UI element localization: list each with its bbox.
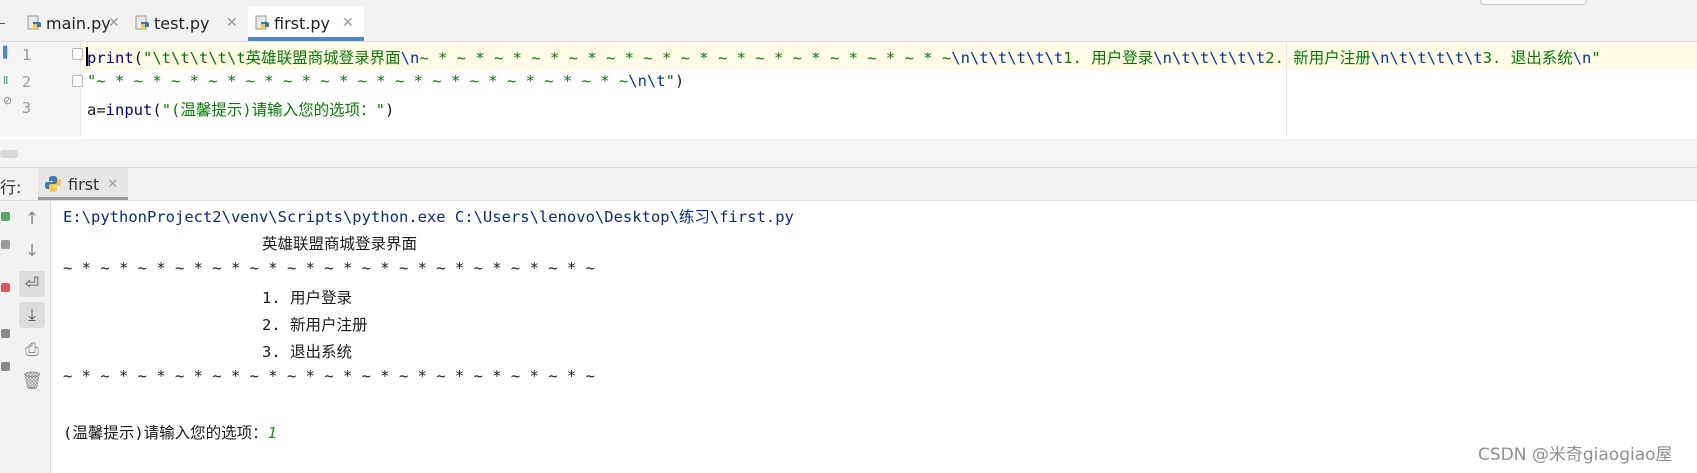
code-token-paren: )	[674, 72, 685, 90]
console-prompt: (温馨提示)请输入您的选项：	[63, 424, 268, 442]
close-icon[interactable]: ✕	[342, 15, 354, 31]
console-output-title: 英雄联盟商城登录界面	[262, 235, 418, 253]
code-editor[interactable]: ▌ Ⅱ ⊘ 1 2 3 print("\t\t\t\t\t英雄联盟商城登录界面\…	[0, 42, 1697, 137]
code-token-func: input	[105, 101, 153, 119]
code-line-1[interactable]: print("\t\t\t\t\t英雄联盟商城登录界面\n~ * ~ * ~ *…	[87, 46, 1601, 68]
console-user-input: 1	[267, 424, 278, 442]
code-token-escape: \n\t\t\t\t\t	[1370, 49, 1483, 67]
edit-config-icon[interactable]	[1, 240, 10, 249]
tab-test-py[interactable]: test.py ✕	[128, 6, 246, 41]
run-tab-label: first	[68, 174, 100, 194]
code-token-string: ~ * ~ * ~ * ~ * ~ * ~ * ~ * ~ * ~ * ~ * …	[419, 49, 952, 67]
pin-icon[interactable]	[1, 362, 10, 371]
code-token-string: 2. 新用户注册	[1265, 49, 1371, 67]
console-output-option: 2. 新用户注册	[262, 316, 368, 334]
soft-wrap-icon[interactable]: ⏎	[19, 271, 45, 297]
code-line-3[interactable]: a=input("(温馨提示)请输入您的选项：")	[87, 98, 394, 120]
line-number: 3	[22, 99, 32, 117]
code-token-escape: \n\t\t\t\t\t	[951, 49, 1064, 67]
stop-icon[interactable]	[1, 283, 10, 292]
trash-icon[interactable]: 🗑	[19, 368, 45, 394]
watermark: CSDN @米奇giaogiao屋	[1478, 445, 1673, 465]
code-token-string: "\t\t\t\t\t英雄联盟商城登录界面	[143, 49, 401, 67]
code-token-escape: \n	[1572, 49, 1592, 67]
code-token-string: 3. 退出系统	[1482, 49, 1573, 67]
code-token-func: print	[87, 49, 134, 67]
scroll-to-end-icon[interactable]: ⤓	[19, 302, 45, 328]
run-toolwindow-header	[0, 168, 1697, 201]
console-output-option: 1. 用户登录	[262, 289, 352, 307]
console-prompt-line: (温馨提示)请输入您的选项：1	[63, 421, 277, 443]
tab-main-py[interactable]: main.py ✕	[20, 6, 128, 41]
code-token-paren: (	[152, 101, 162, 119]
code-token-string: 1. 用户登录	[1063, 49, 1154, 67]
run-label: 行:	[0, 178, 22, 197]
python-file-icon	[27, 15, 41, 30]
code-token-string: "	[1591, 49, 1601, 67]
toolbar-stub	[1480, 0, 1587, 5]
code-token-escape: \n\t\t\t\t\t	[1153, 49, 1266, 67]
run-tab-first[interactable]: first ✕	[38, 168, 128, 200]
line-number: 2	[22, 73, 32, 91]
code-token-escape: \n	[400, 49, 420, 67]
python-file-icon	[255, 15, 269, 30]
tab-label: main.py	[46, 14, 111, 33]
close-icon[interactable]: ✕	[108, 15, 120, 31]
code-token-paren: (	[133, 49, 144, 67]
code-token-string: "~ * ~ * ~ * ~ * ~ * ~ * ~ * ~ * ~ * ~ *…	[87, 72, 629, 90]
close-icon[interactable]: ✕	[107, 177, 118, 192]
code-token-string: "	[665, 72, 675, 90]
scrollbar-thumb[interactable]	[0, 150, 18, 158]
close-icon[interactable]: ✕	[226, 15, 238, 31]
arrow-up-icon[interactable]: ↑	[19, 206, 45, 232]
console-command-line: E:\pythonProject2\venv\Scripts\python.ex…	[63, 208, 794, 226]
tabbar-collapse-icon[interactable]	[0, 23, 5, 24]
code-token-paren: )	[385, 101, 395, 119]
bookmark-marker-icon: ▌	[3, 46, 12, 59]
tab-label: first.py	[274, 14, 330, 33]
rerun-icon[interactable]	[1, 212, 10, 221]
console-output-option: 3. 退出系统	[262, 343, 352, 361]
layout-icon[interactable]	[1, 329, 10, 338]
editor-horizontal-scrollbar[interactable]	[0, 139, 1697, 168]
console-output-divider: ~ * ~ * ~ * ~ * ~ * ~ * ~ * ~ * ~ * ~ * …	[63, 367, 595, 385]
change-marker-icon: ⊘	[3, 94, 13, 107]
code-token-escape: \n\t	[628, 72, 666, 90]
line-number: 1	[22, 46, 32, 64]
code-token-string: "(温馨提示)请输入您的选项："	[161, 101, 386, 119]
code-token-var: a=	[87, 101, 106, 119]
fold-marker-icon[interactable]	[72, 75, 83, 87]
print-icon[interactable]: ⎙	[19, 337, 45, 363]
python-icon	[45, 176, 61, 192]
code-line-2[interactable]: "~ * ~ * ~ * ~ * ~ * ~ * ~ * ~ * ~ * ~ *…	[87, 72, 684, 90]
python-file-icon	[135, 15, 149, 30]
fold-marker-icon[interactable]	[72, 48, 83, 60]
console-output-divider: ~ * ~ * ~ * ~ * ~ * ~ * ~ * ~ * ~ * ~ * …	[63, 259, 595, 277]
tab-first-py[interactable]: first.py ✕	[248, 6, 364, 41]
change-marker-icon: Ⅱ	[3, 74, 9, 87]
tab-label: test.py	[154, 14, 210, 33]
arrow-down-icon[interactable]: ↓	[19, 238, 45, 264]
